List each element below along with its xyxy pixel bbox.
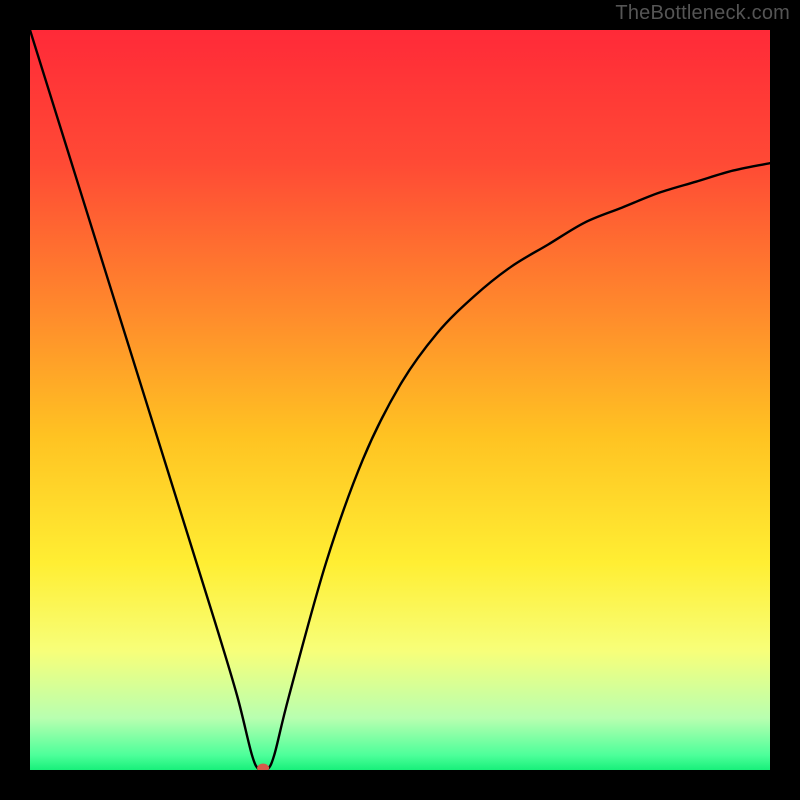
chart-frame: TheBottleneck.com [0,0,800,800]
attribution-label: TheBottleneck.com [615,2,790,25]
bottleneck-chart [30,30,770,770]
chart-background [30,30,770,770]
